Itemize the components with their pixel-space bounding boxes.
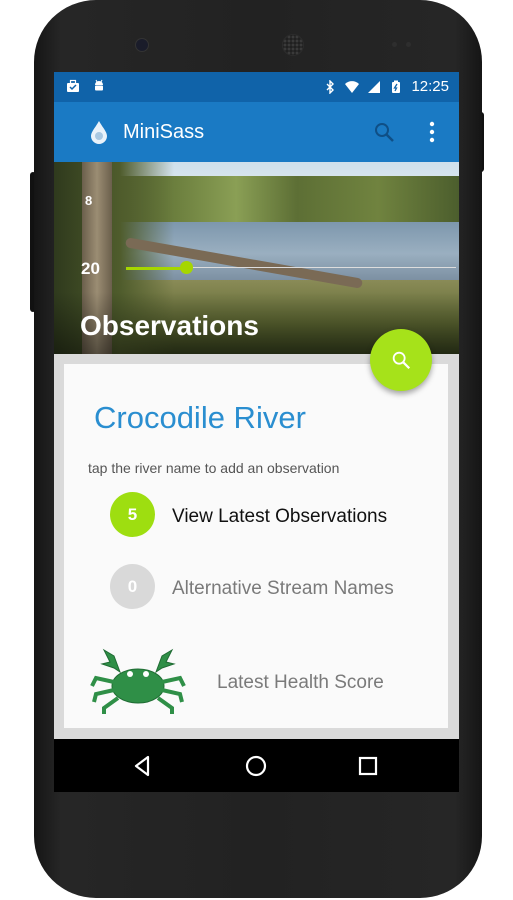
earpiece-speaker xyxy=(282,34,304,56)
page-title: Observations xyxy=(80,310,259,341)
back-icon[interactable] xyxy=(130,753,156,779)
view-latest-observations-link[interactable]: View Latest Observations xyxy=(172,506,387,528)
slider-thumb[interactable] xyxy=(180,261,193,274)
slider-top-label: 8 xyxy=(85,193,93,208)
android-icon xyxy=(95,79,103,91)
status-time: 12:25 xyxy=(411,78,449,95)
app-title: MiniSass xyxy=(123,121,205,143)
front-camera xyxy=(135,38,149,52)
alternative-names-count-badge[interactable]: 0 xyxy=(110,564,155,609)
status-bar: 12:25 xyxy=(54,72,459,102)
overflow-menu-icon[interactable] xyxy=(422,120,442,144)
light-sensor xyxy=(406,42,411,47)
crab-icon xyxy=(90,648,186,714)
slider-track-filled xyxy=(126,267,186,270)
screen: 12:25 MiniSass 8 20 Observations Crocodi… xyxy=(54,72,459,792)
hero-header: 8 20 Observations xyxy=(54,162,459,354)
recents-icon[interactable] xyxy=(355,753,381,779)
search-icon[interactable] xyxy=(372,120,396,144)
search-icon xyxy=(392,351,411,370)
battery-icon xyxy=(392,80,401,93)
slider-track[interactable] xyxy=(186,267,456,268)
observation-count-badge[interactable]: 5 xyxy=(110,492,155,537)
river-name-link[interactable]: Crocodile River xyxy=(94,400,306,436)
signal-icon xyxy=(368,80,381,93)
wifi-icon xyxy=(345,80,360,93)
proximity-sensor xyxy=(392,42,397,47)
hint-text: tap the river name to add an observation xyxy=(88,460,340,476)
briefcase-icon xyxy=(67,79,79,92)
navigation-bar xyxy=(54,739,459,792)
alternative-stream-names-link[interactable]: Alternative Stream Names xyxy=(172,578,394,600)
river-card: Crocodile River tap the river name to ad… xyxy=(64,364,448,728)
slider-value-label: 20 xyxy=(81,259,100,278)
app-bar: MiniSass xyxy=(54,102,459,162)
bluetooth-icon xyxy=(326,79,335,94)
water-drop-logo xyxy=(91,121,107,144)
home-icon[interactable] xyxy=(243,753,269,779)
search-fab[interactable] xyxy=(370,329,432,391)
latest-health-score-label[interactable]: Latest Health Score xyxy=(217,672,384,694)
